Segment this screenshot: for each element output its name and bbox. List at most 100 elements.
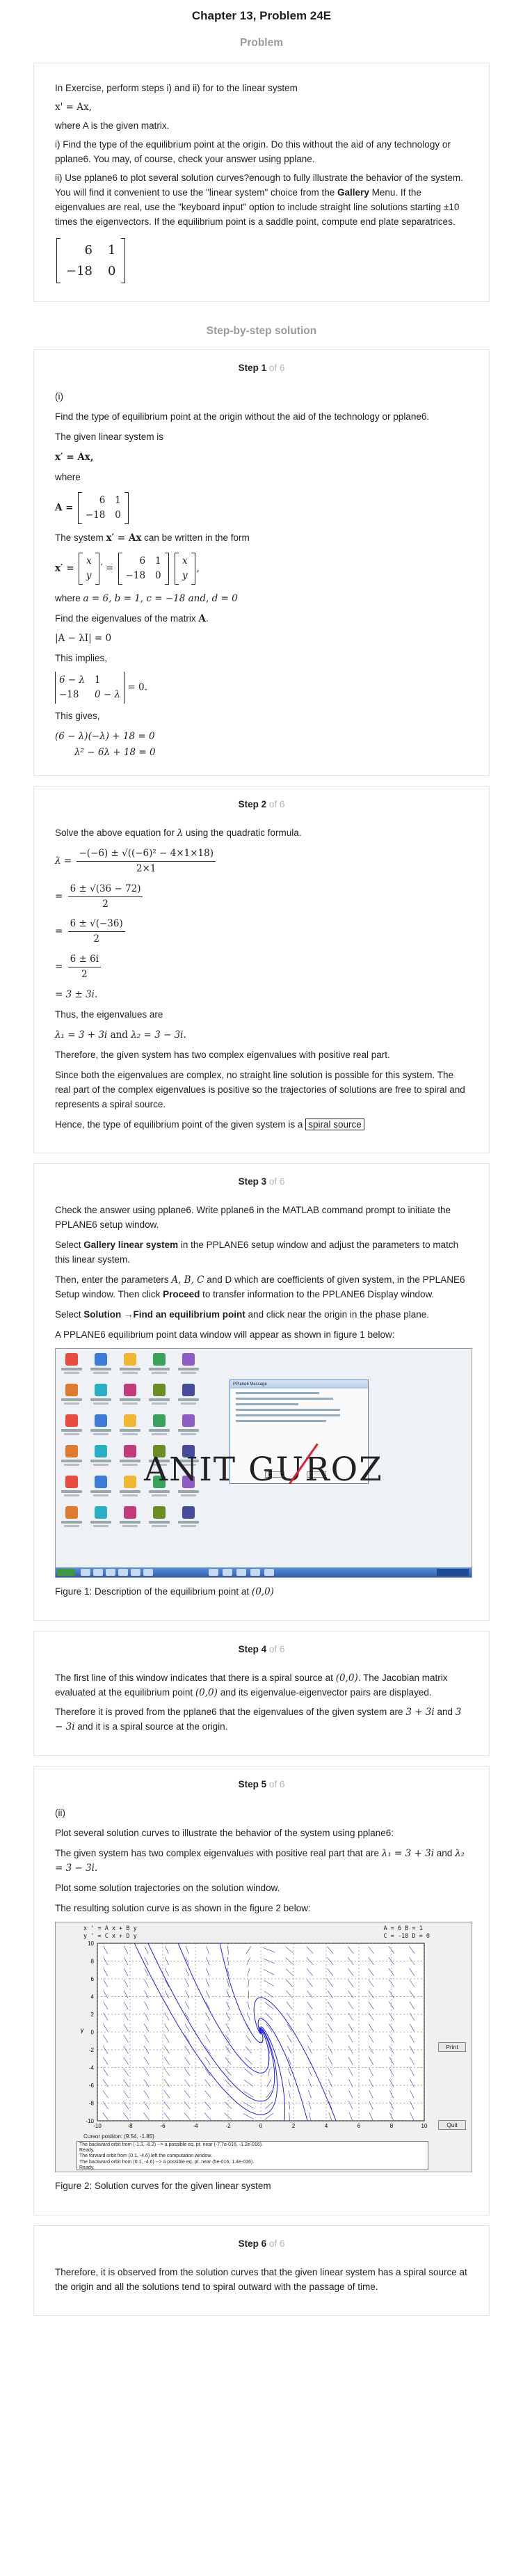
desktop-shortcut-icon[interactable] — [118, 1414, 142, 1439]
gallery-label: Gallery — [337, 187, 369, 198]
step-text: Then, enter the parameters A, B, C and D… — [55, 1273, 468, 1302]
inline-math: (0,0) — [195, 1686, 218, 1698]
text: and click near the origin in the phase p… — [245, 1309, 429, 1320]
equals-sign: = — [105, 562, 114, 574]
det-cell: 6 − λ — [59, 674, 86, 686]
denominator: 2 — [93, 933, 99, 945]
step-word: Step — [238, 363, 259, 374]
desktop-shortcut-icon[interactable] — [89, 1414, 113, 1439]
desktop-shortcut-icon[interactable] — [177, 1414, 200, 1439]
phase-plane-chart[interactable]: -10 -8 -6 -4 -2 0 2 4 6 8 10 -10 -8 -6 -4 -2 0 2 4 6 8 10 x y — [56, 1922, 472, 2131]
message-line: Ready. — [79, 2165, 95, 2170]
step-number: 2 — [261, 798, 267, 809]
eigenvalues-line: λ₁ = 3 + 3i and λ₂ = 3 − 3i. — [55, 1028, 468, 1043]
problem-part-ii: ii) Use pplane6 to plot several solution… — [55, 171, 468, 230]
step-text: The system x′ = Ax can be written in the… — [55, 531, 468, 546]
determinant-equation: |A − λI| = 0 — [55, 633, 112, 645]
desktop-shortcut-icon[interactable] — [177, 1506, 200, 1531]
step-text: The first line of this window indicates … — [55, 1671, 468, 1700]
part-label: (i) — [55, 391, 63, 402]
step-word: Step — [238, 2238, 259, 2249]
print-button[interactable]: Print — [438, 2041, 466, 2052]
problem-heading: Problem — [239, 37, 283, 49]
desktop-shortcut-icon[interactable] — [147, 1506, 171, 1531]
fraction: 6 ± √(36 − 72) 2 — [67, 882, 143, 912]
text: Solve the above equation for — [55, 827, 175, 838]
step-text: The given system has two complex eigenva… — [55, 1847, 468, 1876]
inline-math: (0,0) — [335, 1672, 358, 1684]
desktop-shortcut-icon[interactable] — [89, 1506, 113, 1531]
x-tick-label: 4 — [325, 2123, 328, 2129]
problem-card: In Exercise, perform steps i) and ii) fo… — [33, 63, 490, 303]
matrix-A-equation: A = 6 1 −18 0 — [55, 491, 468, 526]
message-line: Ready. — [79, 2148, 95, 2154]
desktop-shortcut-icon[interactable] — [89, 1383, 113, 1409]
matrix-cell: −18 — [125, 569, 146, 581]
equation: x′ = Ax, — [55, 452, 94, 464]
matrix-A: 6 1 −18 0 — [77, 491, 129, 524]
matrix-cell: −18 — [85, 509, 106, 521]
step-text: This gives, — [55, 711, 100, 722]
desktop-shortcut-icon[interactable] — [147, 1414, 171, 1439]
text: The given system has two complex eigenva… — [55, 1848, 379, 1859]
x-tick-label: 10 — [421, 2123, 428, 2129]
step-5-card: Step 5 of 6 (ii) Plot several solution c… — [33, 1766, 490, 2215]
y-axis-label: y — [81, 2026, 84, 2033]
text: Therefore it is proved from the pplane6 … — [55, 1707, 403, 1718]
figure-2-pplane-window: x ' = A x + B y y ' = C x + D y A = 6 B … — [55, 1921, 472, 2172]
matrix-cell: 0 — [108, 263, 116, 278]
step-text: Select Gallery linear system in the PPLA… — [55, 1238, 468, 1267]
y-tick-label: -2 — [89, 2047, 95, 2053]
desktop-shortcut-icon[interactable] — [118, 1383, 142, 1409]
desktop-shortcut-icon[interactable] — [60, 1506, 83, 1531]
y-tick-label: 8 — [91, 1958, 95, 1964]
desktop-shortcut-icon[interactable] — [60, 1414, 83, 1439]
determinant: 6 − λ 1 −18 0 − λ — [55, 672, 125, 704]
det-cell: −18 — [59, 689, 79, 701]
taskbar-clock — [437, 1568, 469, 1576]
text: . — [205, 613, 209, 624]
text: The system — [55, 532, 104, 543]
x-tick-label: -2 — [225, 2123, 231, 2129]
desktop-shortcut-icon[interactable] — [118, 1352, 142, 1378]
desktop-shortcut-icon[interactable] — [60, 1352, 83, 1378]
eigenvalue-1: λ₁ = 3 + 3i — [55, 1029, 108, 1041]
step-of: of 6 — [268, 1643, 285, 1654]
denominator: 2 — [81, 969, 88, 981]
desktop-shortcut-icon[interactable] — [60, 1383, 83, 1409]
step-4-card: Step 4 of 6 The first line of this windo… — [33, 1630, 490, 1757]
desktop-shortcut-icon[interactable] — [147, 1383, 171, 1409]
numerator: 6 ± √(−36) — [67, 917, 125, 933]
quit-button[interactable]: Quit — [438, 2119, 466, 2130]
taskbar — [56, 1567, 472, 1577]
inline-math: x′ = Ax — [106, 532, 142, 544]
y-tick-label: -10 — [86, 2118, 94, 2124]
desktop-shortcut-icon[interactable] — [89, 1352, 113, 1378]
desktop-shortcut-icon[interactable] — [177, 1352, 200, 1378]
page-title: Chapter 13, Problem 24E — [191, 9, 332, 22]
start-button[interactable] — [57, 1568, 75, 1576]
equation: (6 − λ)(−λ) + 18 = 0 — [55, 731, 155, 743]
problem-part-i: i) Find the type of the equilibrium poin… — [55, 139, 451, 165]
desktop-shortcut-icon[interactable] — [147, 1352, 171, 1378]
eigenvalue-2: λ₂ = 3 − 3i. — [131, 1029, 186, 1041]
inline-math: a = 6, b = 1, c = −18 and, d = 0 — [83, 592, 238, 604]
step-number: 6 — [261, 2238, 267, 2249]
A-label: A = — [55, 502, 74, 514]
step-number: 3 — [261, 1176, 267, 1187]
step-5-header: Step 5 of 6 — [55, 1778, 468, 1792]
fraction: 6 ± √(−36) 2 — [67, 917, 125, 947]
x-tick-label: -10 — [93, 2123, 102, 2129]
y-tick-label: 10 — [88, 1941, 94, 1947]
inline-math: A, B, C — [171, 1274, 204, 1286]
step-text: This implies, — [55, 653, 108, 664]
desktop-shortcut-icon[interactable] — [118, 1506, 142, 1531]
x-tick-label: 6 — [357, 2123, 361, 2129]
quadratic-line-3: = 6 ± √(−36) 2 — [55, 917, 468, 947]
arrow-text: → — [121, 1309, 134, 1320]
y-tick-label: 2 — [91, 2012, 95, 2018]
part-label: (ii) — [55, 1808, 65, 1819]
desktop-shortcut-icon[interactable] — [177, 1383, 200, 1409]
step-1-card: Step 1 of 6 (i) Find the type of equilib… — [33, 349, 490, 776]
problem-matrix: 6 1 −18 0 — [56, 237, 126, 284]
